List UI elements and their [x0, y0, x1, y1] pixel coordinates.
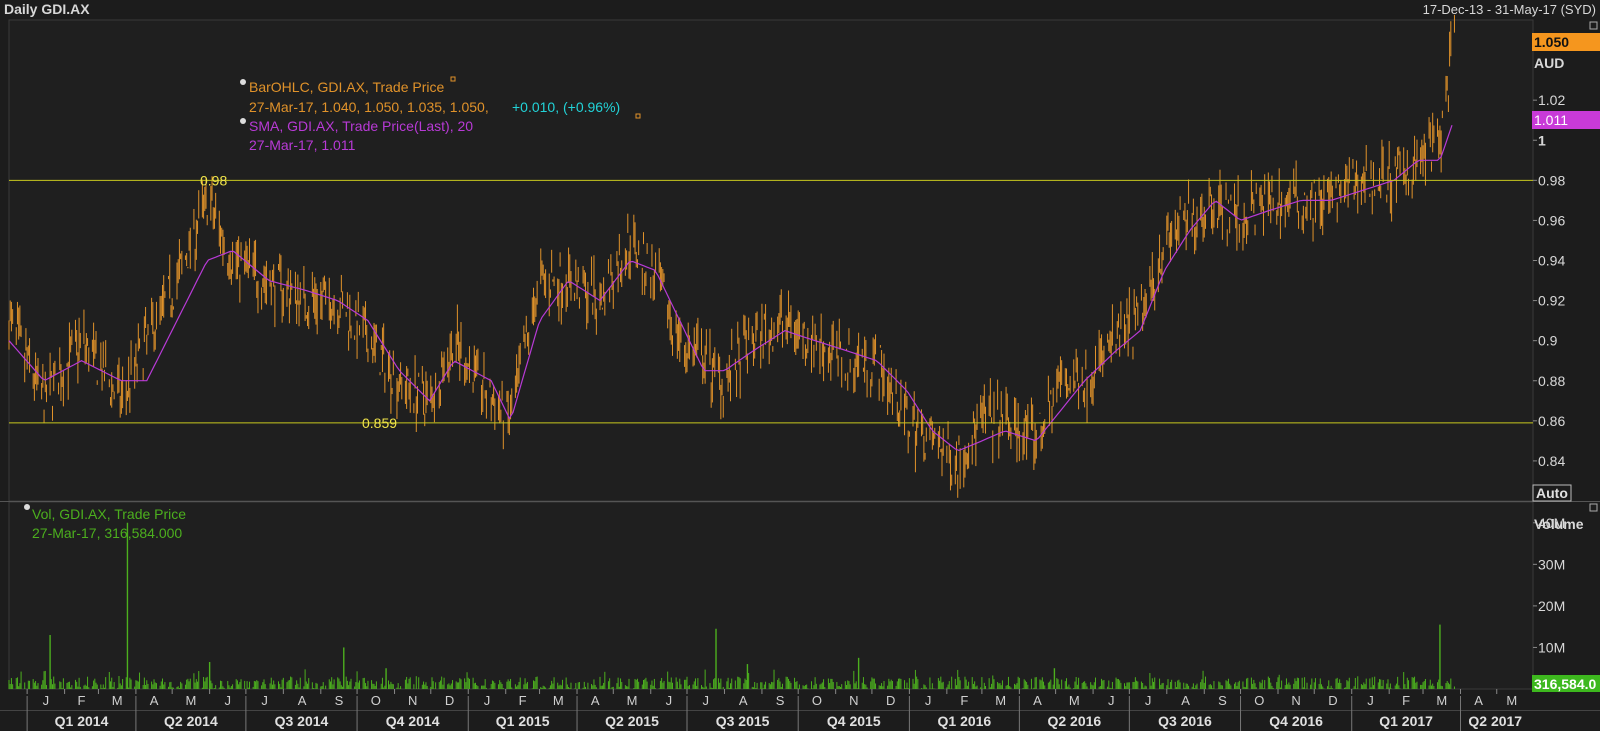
quarter-label: Q1 2017 — [1379, 713, 1433, 729]
ohlc-legend-values: 27-Mar-17, 1.040, 1.050, 1.035, 1.050, — [249, 99, 489, 115]
month-label: O — [812, 693, 822, 708]
panel-corner-icon[interactable] — [1589, 503, 1598, 512]
quarter-label: Q2 2016 — [1047, 713, 1101, 729]
month-label: M — [1436, 693, 1447, 708]
volume-tick-label: 30M — [1538, 556, 1565, 572]
quarter-label: Q2 2015 — [605, 713, 659, 729]
month-label: M — [995, 693, 1006, 708]
quarter-label: Q2 2017 — [1468, 713, 1522, 729]
month-label: J — [925, 693, 932, 708]
month-label: J — [1145, 693, 1152, 708]
price-tick-label: 0.9 — [1538, 333, 1558, 349]
legend-handle-icon[interactable] — [24, 504, 30, 510]
legend-handle-icon[interactable] — [240, 79, 246, 85]
price-tick-label: 0.94 — [1538, 253, 1565, 269]
month-label: M — [627, 693, 638, 708]
panel-corner-icon[interactable] — [1589, 21, 1598, 30]
quarter-label: Q3 2014 — [275, 713, 329, 729]
price-tick-label: 1 — [1538, 132, 1546, 148]
month-label: J — [702, 693, 709, 708]
quarter-label: Q1 2015 — [496, 713, 550, 729]
legend-handle-icon[interactable] — [240, 118, 246, 124]
month-label: A — [591, 693, 600, 708]
month-label: J — [261, 693, 268, 708]
month-label: A — [1033, 693, 1042, 708]
month-label: D — [1328, 693, 1337, 708]
month-label: M — [553, 693, 564, 708]
level-label: 0.98 — [200, 172, 227, 188]
month-label: D — [886, 693, 895, 708]
month-label: N — [849, 693, 858, 708]
last-price-badge-text: 1.050 — [1534, 34, 1569, 50]
month-label: N — [1291, 693, 1300, 708]
month-label: S — [1218, 693, 1227, 708]
price-tick-label: 0.96 — [1538, 212, 1565, 228]
quarter-label: Q1 2014 — [55, 713, 109, 729]
month-label: M — [185, 693, 196, 708]
month-label: O — [1254, 693, 1264, 708]
price-tick-label: 0.88 — [1538, 373, 1565, 389]
month-label: J — [1367, 693, 1374, 708]
month-label: M — [1069, 693, 1080, 708]
month-label: F — [78, 693, 86, 708]
month-label: F — [519, 693, 527, 708]
sma-legend-name: SMA, GDI.AX, Trade Price(Last), 20 — [249, 118, 473, 134]
auto-scale-button[interactable]: Auto — [1532, 484, 1572, 502]
month-label: F — [1402, 693, 1410, 708]
volume-legend-name: Vol, GDI.AX, Trade Price — [32, 506, 186, 522]
quarter-label: Q4 2014 — [386, 713, 440, 729]
quarter-label: Q4 2015 — [827, 713, 881, 729]
month-label: F — [960, 693, 968, 708]
price-tick-label: 1.02 — [1538, 92, 1565, 108]
auto-scale-label: Auto — [1536, 485, 1568, 501]
ohlc-legend-name: BarOHLC, GDI.AX, Trade Price — [249, 79, 444, 95]
volume-axis-title: Volume — [1534, 516, 1584, 532]
price-tick-label: 0.86 — [1538, 413, 1565, 429]
y-axes: 0.84 0.86 0.88 0.9 0.92 0.94 0.96 0.98 1 1.02 10M 2… — [1533, 92, 1565, 655]
ohlc-legend-change: +0.010, (+0.96%) — [512, 99, 620, 115]
month-label: A — [739, 693, 748, 708]
quarter-label: Q4 2016 — [1269, 713, 1323, 729]
month-label: J — [1108, 693, 1115, 708]
price-tick-label: 0.84 — [1538, 453, 1565, 469]
month-label: O — [371, 693, 381, 708]
month-label: A — [1474, 693, 1483, 708]
month-label: A — [298, 693, 307, 708]
quarter-label: Q3 2015 — [716, 713, 770, 729]
volume-legend-values: 27-Mar-17, 316,584.000 — [32, 525, 182, 541]
volume-last-badge-text: 316,584.0 — [1534, 676, 1596, 692]
quarter-label: Q3 2016 — [1158, 713, 1212, 729]
volume-panel[interactable] — [8, 501, 1534, 690]
price-volume-chart[interactable]: 0.98 0.859 0.84 0.86 0.88 0.9 0.92 0.94 0.96 0.9… — [0, 0, 1600, 731]
month-label: M — [112, 693, 123, 708]
quarter-label: Q1 2016 — [938, 713, 992, 729]
level-label: 0.859 — [362, 415, 397, 431]
sma-badge-text: 1.011 — [1534, 112, 1568, 128]
quarter-label: Q2 2014 — [164, 713, 218, 729]
volume-tick-label: 10M — [1538, 639, 1565, 655]
month-label: A — [150, 693, 159, 708]
month-label: J — [484, 693, 491, 708]
sma-legend-values: 27-Mar-17, 1.011 — [249, 137, 356, 153]
month-label: J — [43, 693, 50, 708]
month-label: J — [666, 693, 673, 708]
month-label: A — [1181, 693, 1190, 708]
price-tick-label: 0.92 — [1538, 293, 1565, 309]
currency-label: AUD — [1534, 55, 1564, 71]
month-label: D — [445, 693, 454, 708]
month-label: M — [1506, 693, 1517, 708]
price-tick-label: 0.98 — [1538, 172, 1565, 188]
month-label: S — [776, 693, 785, 708]
volume-tick-label: 20M — [1538, 598, 1565, 614]
month-label: S — [335, 693, 344, 708]
month-label: N — [408, 693, 417, 708]
month-label: J — [225, 693, 232, 708]
